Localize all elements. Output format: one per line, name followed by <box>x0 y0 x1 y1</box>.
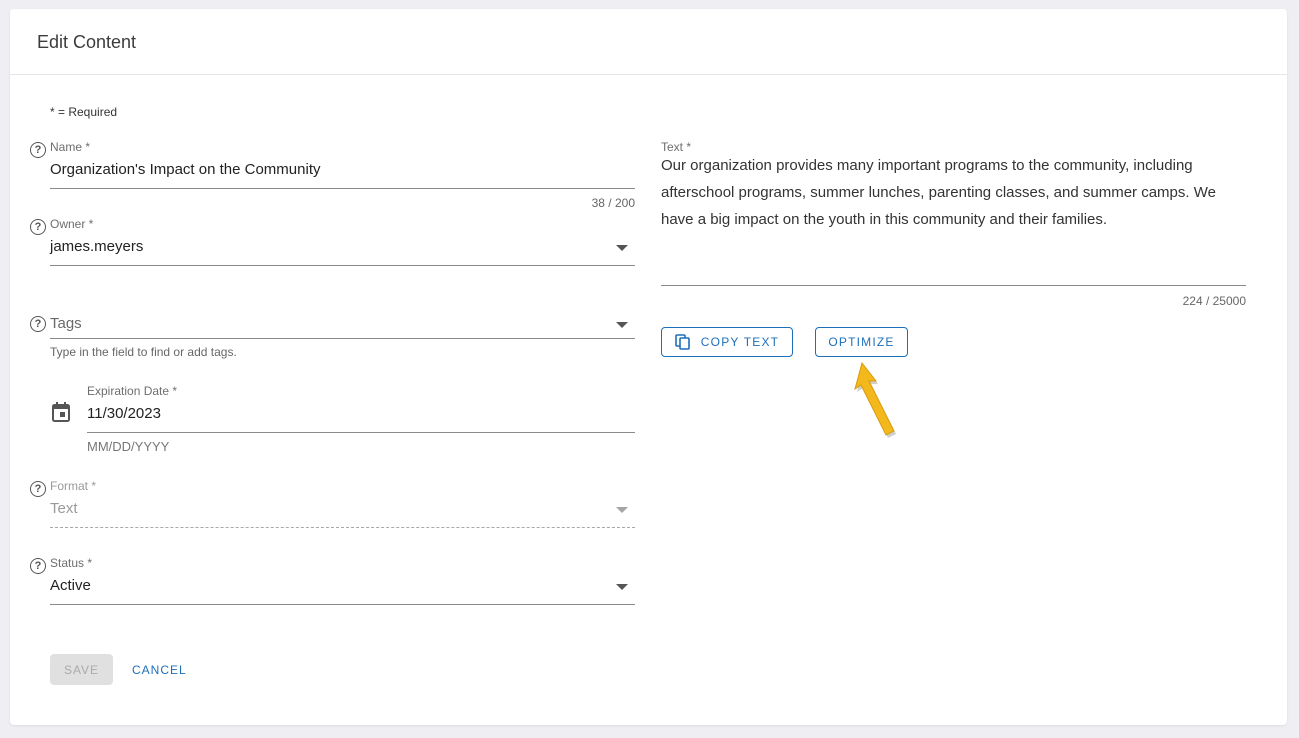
chevron-down-icon[interactable] <box>616 322 628 328</box>
name-field[interactable]: Organization's Impact on the Community <box>50 161 630 178</box>
help-icon[interactable]: ? <box>30 142 46 158</box>
owner-label: Owner * <box>50 217 94 231</box>
cancel-button[interactable]: CANCEL <box>132 663 187 677</box>
text-underline <box>661 285 1246 286</box>
chevron-down-icon <box>616 507 628 513</box>
optimize-button[interactable]: OPTIMIZE <box>815 327 908 357</box>
card-header: Edit Content <box>10 9 1287 75</box>
help-icon[interactable]: ? <box>30 316 46 332</box>
format-underline <box>50 527 635 528</box>
status-label: Status * <box>50 556 93 570</box>
format-select: Text <box>50 500 78 517</box>
expiration-underline <box>87 432 635 433</box>
help-icon[interactable]: ? <box>30 481 46 497</box>
name-label: Name * <box>50 140 91 154</box>
chevron-down-icon[interactable] <box>616 584 628 590</box>
expiration-format-hint: MM/DD/YYYY <box>87 439 170 454</box>
tags-underline <box>50 338 635 339</box>
tags-input[interactable]: Tags <box>50 315 82 332</box>
name-char-counter: 38 / 200 <box>591 196 635 210</box>
help-icon[interactable]: ? <box>30 219 46 235</box>
calendar-icon[interactable] <box>52 402 70 422</box>
page-title: Edit Content <box>37 32 137 52</box>
expiration-date-input[interactable]: 11/30/2023 <box>87 405 487 422</box>
status-underline <box>50 604 635 605</box>
format-label: Format * <box>50 479 97 493</box>
expiration-label: Expiration Date * <box>87 384 178 398</box>
copy-icon <box>674 334 691 350</box>
save-button[interactable]: SAVE <box>50 654 113 685</box>
text-char-counter: 224 / 25000 <box>1182 294 1246 308</box>
tags-hint: Type in the field to find or add tags. <box>50 345 237 359</box>
help-icon[interactable]: ? <box>30 558 46 574</box>
annotation-arrow-icon <box>850 361 910 445</box>
copy-text-button[interactable]: COPY TEXT <box>661 327 793 357</box>
copy-text-label: COPY TEXT <box>700 335 780 349</box>
owner-underline <box>50 265 635 266</box>
required-note: * = Required <box>50 105 118 119</box>
owner-select[interactable]: james.meyers <box>50 238 590 255</box>
edit-content-card: Edit Content * = Required ? Name * Organ… <box>10 9 1287 725</box>
text-area[interactable]: Our organization provides many important… <box>661 152 1246 233</box>
chevron-down-icon[interactable] <box>616 245 628 251</box>
status-select[interactable]: Active <box>50 577 91 594</box>
name-underline <box>50 188 635 189</box>
